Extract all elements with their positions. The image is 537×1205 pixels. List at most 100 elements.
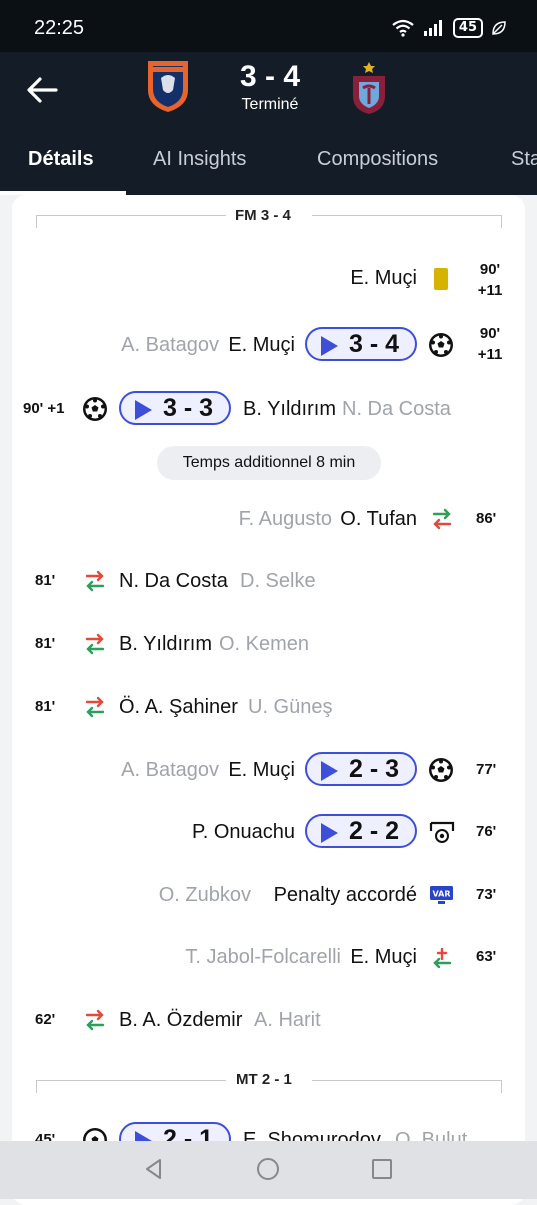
sub-player-in: N. Da Costa xyxy=(119,570,228,592)
section-divider-line xyxy=(36,215,226,228)
svg-text:VAR: VAR xyxy=(433,890,451,899)
event-minute: 73' xyxy=(476,886,497,903)
system-nav-bar xyxy=(0,1141,537,1199)
added-time-chip: Temps additionnel 8 min xyxy=(157,446,381,480)
play-icon xyxy=(135,400,152,420)
goal-video-button[interactable]: 3 - 4 xyxy=(305,327,417,361)
goal-score: 2 - 2 xyxy=(349,817,400,845)
event-description: Penalty accordé xyxy=(273,884,417,906)
section-full-time: FM 3 - 4 xyxy=(235,207,291,224)
tab-ai-insights[interactable]: AI Insights xyxy=(153,148,246,171)
match-header: 3 - 4 Terminé Détails AI Insights Compos… xyxy=(0,52,537,195)
sub-player-in: E. Muçi xyxy=(350,946,417,968)
event-minute-added: +11 xyxy=(477,282,503,299)
football-icon xyxy=(429,333,453,357)
event-row[interactable]: P. Onuachu 2 - 2 76' xyxy=(0,812,537,852)
status-bar: 22:25 45 xyxy=(0,0,537,52)
goal-score: 2 - 3 xyxy=(349,755,400,783)
sub-player-in: B. Yıldırım xyxy=(119,633,212,655)
substitution-icon xyxy=(85,1009,105,1031)
event-minute: 63' xyxy=(476,948,497,965)
event-minute: 81' xyxy=(35,635,56,652)
event-player: O. Zubkov xyxy=(158,884,251,906)
tab-details[interactable]: Détails xyxy=(28,148,94,171)
sub-player-in: Ö. A. Şahiner xyxy=(119,696,238,718)
sub-player-in: O. Tufan xyxy=(340,508,417,530)
tab-bar: Détails AI Insights Compositions Stats xyxy=(0,142,537,195)
tab-stats[interactable]: Stats xyxy=(511,148,537,171)
event-minute-main: 90' xyxy=(479,325,501,342)
substitution-icon xyxy=(85,633,105,655)
sub-player-in: B. A. Özdemir xyxy=(119,1009,243,1031)
event-row[interactable]: 90' +1 3 - 3 B. Yıldırım N. Da Costa xyxy=(0,389,537,429)
match-score: 3 - 4 xyxy=(239,60,301,93)
event-minute: 90' +11 xyxy=(470,259,510,301)
substitution-icon xyxy=(85,696,105,718)
event-row[interactable]: F. Augusto O. Tufan 86' xyxy=(0,499,537,539)
event-assist: A. Batagov xyxy=(121,334,219,356)
play-icon xyxy=(321,761,338,781)
nav-home-icon[interactable] xyxy=(256,1157,280,1181)
penalty-goal-icon xyxy=(429,821,455,843)
event-scorer: B. Yıldırım xyxy=(243,398,336,420)
football-icon xyxy=(83,397,107,421)
substitution-in-icon xyxy=(433,947,452,968)
play-icon xyxy=(321,336,338,356)
event-minute: 62' xyxy=(35,1011,56,1028)
event-minute: 90' +11 xyxy=(470,323,510,365)
sub-player-out: O. Kemen xyxy=(219,633,310,655)
event-minute-main: 90' xyxy=(479,261,501,278)
event-minute-added: +11 xyxy=(477,346,503,363)
event-row[interactable]: A. Batagov E. Muçi 2 - 3 77' xyxy=(0,750,537,790)
event-row[interactable]: 81' Ö. A. Şahiner U. Güneş xyxy=(0,687,537,727)
goal-score: 3 - 4 xyxy=(349,330,400,358)
goal-score: 3 - 3 xyxy=(163,394,214,422)
event-minute: 81' xyxy=(35,698,56,715)
event-scorer: E. Muçi xyxy=(228,334,295,356)
goal-video-button[interactable]: 2 - 2 xyxy=(305,814,417,848)
event-row[interactable]: O. Zubkov Penalty accordé VAR 73' xyxy=(0,875,537,915)
status-time: 22:25 xyxy=(34,17,85,39)
goal-video-button[interactable]: 3 - 3 xyxy=(119,391,231,425)
event-scorer: P. Onuachu xyxy=(191,821,295,843)
sub-player-out: U. Güneş xyxy=(248,696,333,718)
section-divider-line xyxy=(312,215,502,228)
event-row[interactable]: E. Muçi 90' +11 xyxy=(0,259,537,299)
status-icons: 45 xyxy=(391,18,507,38)
nav-recents-icon[interactable] xyxy=(370,1157,394,1181)
signal-icon xyxy=(423,20,442,36)
event-player: E. Muçi xyxy=(350,267,417,289)
sub-player-out: F. Augusto xyxy=(238,508,332,530)
event-row[interactable]: 62' B. A. Özdemir A. Harit xyxy=(0,1000,537,1040)
event-row[interactable]: 81' B. Yıldırım O. Kemen xyxy=(0,624,537,664)
back-arrow-icon[interactable] xyxy=(22,72,62,108)
event-row[interactable]: A. Batagov E. Muçi 3 - 4 90' +11 xyxy=(0,325,537,365)
section-divider-line xyxy=(312,1080,502,1093)
sub-player-out: A. Harit xyxy=(254,1009,321,1031)
match-status: Terminé xyxy=(241,96,299,113)
substitution-icon xyxy=(432,508,452,530)
event-minute: 77' xyxy=(476,761,497,778)
wifi-icon xyxy=(392,19,414,37)
substitution-icon xyxy=(85,570,105,592)
event-row[interactable]: 81' N. Da Costa D. Selke xyxy=(0,561,537,601)
battery-indicator: 45 xyxy=(452,18,483,38)
event-assist: N. Da Costa xyxy=(342,398,451,420)
event-minute: 76' xyxy=(476,823,497,840)
nav-back-icon[interactable] xyxy=(142,1157,166,1181)
goal-video-button[interactable]: 2 - 3 xyxy=(305,752,417,786)
var-icon: VAR xyxy=(430,886,453,904)
section-divider-line xyxy=(36,1080,226,1093)
section-half-time: MT 2 - 1 xyxy=(236,1071,292,1088)
away-team-crest-icon[interactable] xyxy=(349,58,389,116)
tab-compositions[interactable]: Compositions xyxy=(317,148,438,171)
play-icon xyxy=(321,823,338,843)
football-icon xyxy=(429,758,453,782)
event-minute: 81' xyxy=(35,572,56,589)
home-team-crest-icon[interactable] xyxy=(145,58,191,114)
sub-player-out: T. Jabol-Folcarelli xyxy=(185,946,341,968)
event-minute: 86' xyxy=(476,510,497,527)
leaf-icon xyxy=(492,21,506,35)
event-row[interactable]: T. Jabol-Folcarelli E. Muçi 63' xyxy=(0,937,537,977)
event-minute: 90' +1 xyxy=(23,400,65,417)
